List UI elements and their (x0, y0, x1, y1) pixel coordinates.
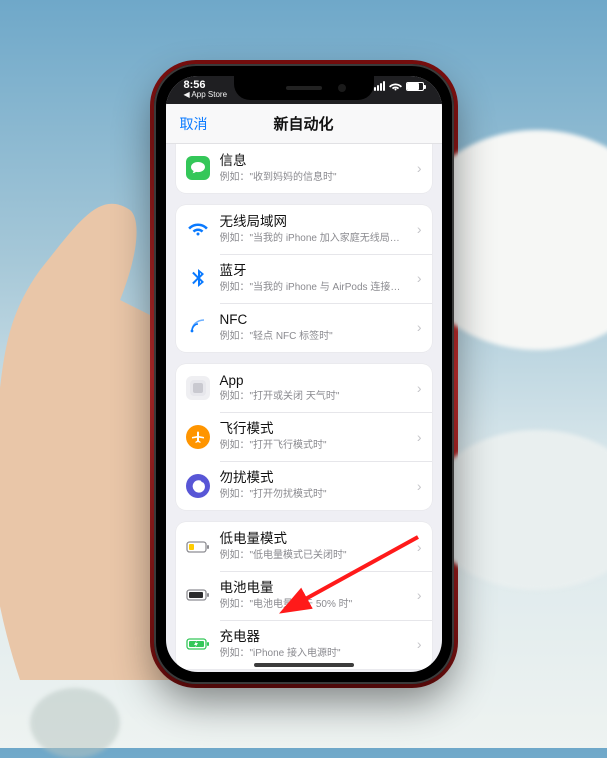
row-lowpower[interactable]: 低电量模式 例如："低电量模式已关闭时" › (176, 522, 432, 571)
signal-icon (374, 81, 385, 91)
message-icon (186, 156, 210, 180)
trigger-group: 信息 例如："收到妈妈的信息时" › (176, 144, 432, 193)
row-battery[interactable]: 电池电量 例如："电池电量低于 50% 时" › (176, 571, 432, 620)
trigger-group: App 例如："打开或关闭 天气时" › 飞行模式 例如："打开飞行模式时" › (176, 364, 432, 511)
status-back-to-app[interactable]: ◀ App Store (184, 91, 228, 100)
row-title: NFC (220, 312, 403, 329)
row-subtitle: 例如："当我的 iPhone 与 AirPods 连接时" (220, 281, 403, 294)
trigger-group: 低电量模式 例如："低电量模式已关闭时" › 电池电量 例如："电池电量低于 5… (176, 522, 432, 669)
chevron-right-icon: › (413, 587, 422, 603)
row-subtitle: 例如："iPhone 接入电源时" (220, 647, 403, 660)
phone-screen: 8:56 ◀ App Store 取消 新自动化 信息 (166, 76, 442, 672)
airplane-icon (186, 425, 210, 449)
row-title: 飞行模式 (220, 421, 403, 438)
notch (234, 76, 374, 100)
row-title: 低电量模式 (220, 531, 403, 548)
row-title: App (220, 373, 403, 390)
row-subtitle: 例如："电池电量低于 50% 时" (220, 598, 403, 611)
row-bluetooth[interactable]: 蓝牙 例如："当我的 iPhone 与 AirPods 连接时" › (176, 254, 432, 303)
chevron-right-icon: › (413, 270, 422, 286)
chevron-right-icon: › (413, 380, 422, 396)
row-title: 勿扰模式 (220, 470, 403, 487)
row-subtitle: 例如："当我的 iPhone 加入家庭无线局域网时" (220, 232, 403, 245)
chevron-right-icon: › (413, 478, 422, 494)
phone-frame: 8:56 ◀ App Store 取消 新自动化 信息 (154, 64, 454, 684)
cancel-button[interactable]: 取消 (180, 114, 208, 134)
battery-icon (186, 583, 210, 607)
row-title: 充电器 (220, 629, 403, 646)
chevron-right-icon: › (413, 429, 422, 445)
trigger-group: 无线局域网 例如："当我的 iPhone 加入家庭无线局域网时" › 蓝牙 例如… (176, 205, 432, 352)
row-dnd[interactable]: 勿扰模式 例如："打开勿扰模式时" › (176, 461, 432, 510)
chevron-right-icon: › (413, 636, 422, 652)
wifi-icon (186, 217, 210, 241)
row-subtitle: 例如："打开勿扰模式时" (220, 488, 403, 501)
nfc-icon (186, 315, 210, 339)
lowpower-icon (186, 535, 210, 559)
chevron-right-icon: › (413, 319, 422, 335)
row-subtitle: 例如："收到妈妈的信息时" (220, 171, 403, 184)
app-icon (186, 376, 210, 400)
scroll-content[interactable]: 信息 例如："收到妈妈的信息时" › 无线局域网 例如："当我的 iPhone … (166, 144, 442, 672)
row-charger[interactable]: 充电器 例如："iPhone 接入电源时" › (176, 620, 432, 669)
row-title: 信息 (220, 153, 403, 170)
row-title: 无线局域网 (220, 214, 403, 231)
nav-header: 取消 新自动化 (166, 104, 442, 144)
row-subtitle: 例如："打开飞行模式时" (220, 439, 403, 452)
row-subtitle: 例如："打开或关闭 天气时" (220, 390, 403, 403)
dnd-icon (186, 474, 210, 498)
row-message[interactable]: 信息 例如："收到妈妈的信息时" › (176, 144, 432, 193)
row-nfc[interactable]: NFC 例如："轻点 NFC 标签时" › (176, 303, 432, 352)
row-subtitle: 例如："低电量模式已关闭时" (220, 549, 403, 562)
chevron-right-icon: › (413, 221, 422, 237)
chevron-right-icon: › (413, 539, 422, 555)
row-title: 电池电量 (220, 580, 403, 597)
page-title: 新自动化 (273, 113, 333, 134)
chevron-right-icon: › (413, 160, 422, 176)
row-subtitle: 例如："轻点 NFC 标签时" (220, 330, 403, 343)
row-title: 蓝牙 (220, 263, 403, 280)
home-indicator[interactable] (254, 663, 354, 667)
battery-status-icon (406, 82, 424, 91)
row-app[interactable]: App 例如："打开或关闭 天气时" › (176, 364, 432, 413)
row-airplane[interactable]: 飞行模式 例如："打开飞行模式时" › (176, 412, 432, 461)
charger-icon (186, 632, 210, 656)
bluetooth-icon (186, 266, 210, 290)
row-wifi[interactable]: 无线局域网 例如："当我的 iPhone 加入家庭无线局域网时" › (176, 205, 432, 254)
wifi-status-icon (389, 81, 402, 91)
